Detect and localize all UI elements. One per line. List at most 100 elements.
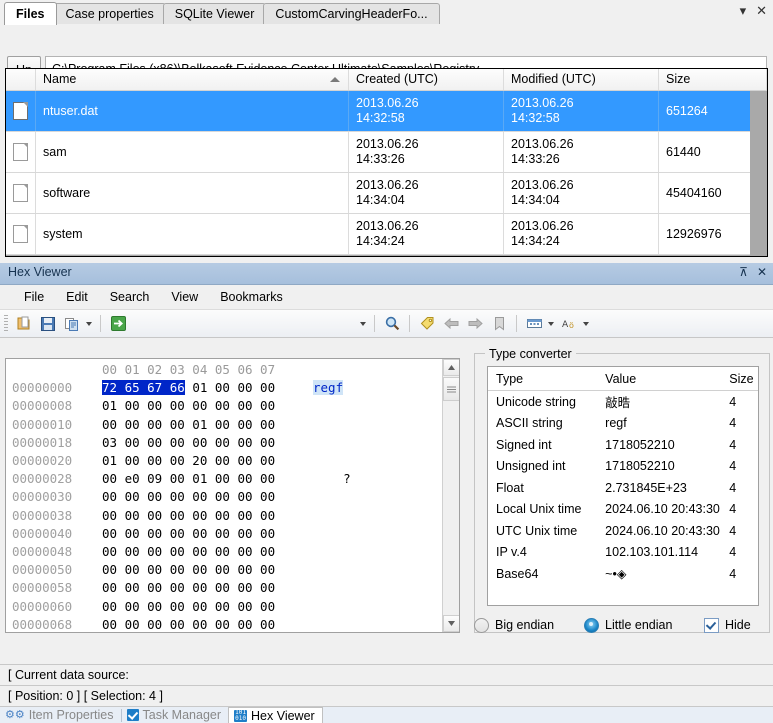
column-header-created[interactable]: Created (UTC) xyxy=(349,69,504,90)
hex-bytes-group: 00 00 00 00 00 00 00 00 xyxy=(102,579,307,597)
save-icon[interactable] xyxy=(37,313,59,334)
modified-date: 2013.06.26 xyxy=(511,178,574,193)
main-tab-case-properties[interactable]: Case properties xyxy=(54,3,166,25)
tc-type: IP v.4 xyxy=(488,545,597,559)
file-icon xyxy=(6,214,36,254)
pin-icon[interactable]: ⊼ xyxy=(739,265,748,279)
bottom-tab-item-properties[interactable]: ⚙⚙Item Properties xyxy=(0,707,121,723)
hex-dump-area[interactable]: 00 01 02 03 04 05 06 070000000072 65 67 … xyxy=(5,358,460,633)
hex-line[interactable]: 0000004000 00 00 00 00 00 00 00 xyxy=(6,525,459,543)
scroll-down-arrow-icon[interactable] xyxy=(443,615,460,632)
tc-size: 4 xyxy=(721,459,758,473)
type-converter-row[interactable]: Base64~•◈4 xyxy=(488,563,758,585)
created-time: 14:32:58 xyxy=(356,111,419,126)
type-converter-row[interactable]: Unicode string敲晧4 xyxy=(488,391,758,413)
hex-line[interactable]: 0000006800 00 00 00 00 00 00 00 xyxy=(6,616,459,633)
menu-item-bookmarks[interactable]: Bookmarks xyxy=(220,290,283,304)
bottom-tab-task-manager[interactable]: Task Manager xyxy=(122,707,229,723)
hex-vertical-scrollbar[interactable] xyxy=(442,359,459,632)
hex-line[interactable]: 0000006000 00 00 00 00 00 00 00 xyxy=(6,598,459,616)
tc-size: 4 xyxy=(721,502,758,516)
hide-checkbox[interactable] xyxy=(704,618,719,633)
menu-item-file[interactable]: File xyxy=(24,290,44,304)
table-row[interactable]: ntuser.dat2013.06.2614:32:582013.06.2614… xyxy=(6,91,767,132)
table-row[interactable]: system2013.06.2614:34:242013.06.2614:34:… xyxy=(6,214,767,255)
bookmark-add-icon[interactable] xyxy=(416,313,438,334)
copy-dropdown-icon[interactable] xyxy=(86,322,92,326)
close-icon[interactable]: ✕ xyxy=(756,2,767,20)
type-converter-row[interactable]: IP v.4102.103.101.1144 xyxy=(488,542,758,564)
menu-item-search[interactable]: Search xyxy=(110,290,150,304)
little-endian-option[interactable]: Little endian xyxy=(584,618,704,633)
view-mode-dropdown-icon[interactable] xyxy=(548,322,554,326)
type-converter-row[interactable]: Unsigned int17180522104 xyxy=(488,456,758,478)
type-converter-row[interactable]: Local Unix time2024.06.10 20:43:304 xyxy=(488,499,758,521)
scrollbar-thumb[interactable] xyxy=(443,377,460,401)
hex-line[interactable]: 0000001000 00 00 00 01 00 00 00 xyxy=(6,416,459,434)
big-endian-radio[interactable] xyxy=(474,618,489,633)
type-converter-row[interactable]: UTC Unix time2024.06.10 20:43:304 xyxy=(488,520,758,542)
file-list-scroll-area[interactable] xyxy=(750,91,767,256)
encoding-icon[interactable]: Aö xyxy=(558,313,580,334)
bookmark-icon xyxy=(488,313,510,334)
tc-size: 4 xyxy=(721,567,758,581)
cell-created: 2013.06.2614:34:24 xyxy=(349,214,504,254)
hex-bytes-group: 00 00 00 00 00 00 00 00 xyxy=(102,525,307,543)
tc-value: 敲晧 xyxy=(597,392,721,411)
type-converter-row[interactable]: Float2.731845E+234 xyxy=(488,477,758,499)
hex-line[interactable]: 0000005000 00 00 00 00 00 00 00 xyxy=(6,561,459,579)
hex-line[interactable]: 0000001803 00 00 00 00 00 00 00 xyxy=(6,434,459,452)
close-icon[interactable]: ✕ xyxy=(757,265,767,279)
new-icon[interactable] xyxy=(13,313,35,334)
main-tab-sqlite-viewer[interactable]: SQLite Viewer xyxy=(163,3,267,25)
column-header-modified[interactable]: Modified (UTC) xyxy=(504,69,659,90)
modified-date: 2013.06.26 xyxy=(511,96,574,111)
tc-type: Unicode string xyxy=(488,395,597,409)
cell-modified: 2013.06.2614:34:24 xyxy=(504,214,659,254)
hex-bytes-group: 00 00 00 00 00 00 00 00 xyxy=(102,598,307,616)
chevron-down-icon[interactable]: ▾ xyxy=(740,2,747,20)
little-endian-radio[interactable] xyxy=(584,618,599,633)
copy-icon[interactable] xyxy=(61,313,83,334)
column-header-size[interactable]: Size xyxy=(659,69,767,90)
view-mode-icon[interactable] xyxy=(523,313,545,334)
hex-bytes-group: 72 65 67 66 01 00 00 00 xyxy=(102,379,307,397)
hex-line[interactable]: 0000003800 00 00 00 00 00 00 00 xyxy=(6,507,459,525)
scroll-up-arrow-icon[interactable] xyxy=(443,359,460,376)
main-tab-customcarvingheaderfo[interactable]: CustomCarvingHeaderFo... xyxy=(263,3,439,25)
menu-item-edit[interactable]: Edit xyxy=(66,290,88,304)
hex-ascii-selected: regf xyxy=(313,380,343,395)
hex-line[interactable]: 0000000801 00 00 00 00 00 00 00 xyxy=(6,397,459,415)
find-icon[interactable] xyxy=(381,313,403,334)
hex-bytes: 01 00 00 00 20 00 00 00 xyxy=(102,453,275,468)
main-tab-strip: FilesCase propertiesSQLite ViewerCustomC… xyxy=(0,0,773,25)
address-combo-dropdown-icon[interactable] xyxy=(360,322,366,326)
type-converter-panel: Type converter Type Value Size Unicode s… xyxy=(470,345,770,633)
hex-bytes-group: 01 00 00 00 00 00 00 00 xyxy=(102,397,307,415)
toolbar-address-combo[interactable] xyxy=(135,314,357,333)
toolbar-separator-4 xyxy=(516,315,517,332)
tc-value: 102.103.101.114 xyxy=(597,545,721,559)
hex-line[interactable]: 0000002001 00 00 00 20 00 00 00 xyxy=(6,452,459,470)
table-row[interactable]: software2013.06.2614:34:042013.06.2614:3… xyxy=(6,173,767,214)
hex-line[interactable]: 0000000072 65 67 66 01 00 00 00regf xyxy=(6,379,459,397)
big-endian-option[interactable]: Big endian xyxy=(474,618,584,633)
hex-line[interactable]: 0000003000 00 00 00 00 00 00 00 xyxy=(6,488,459,506)
hex-ascii: ? xyxy=(313,471,351,486)
hex-line[interactable]: 0000002800 e0 09 00 01 00 00 00 ? xyxy=(6,470,459,488)
hex-line[interactable]: 0000005800 00 00 00 00 00 00 00 xyxy=(6,579,459,597)
main-tab-files[interactable]: Files xyxy=(4,2,57,25)
hex-ascii-group xyxy=(307,616,313,633)
encoding-dropdown-icon[interactable] xyxy=(583,322,589,326)
hex-line[interactable]: 0000004800 00 00 00 00 00 00 00 xyxy=(6,543,459,561)
menu-item-view[interactable]: View xyxy=(171,290,198,304)
toolbar-grip[interactable] xyxy=(4,315,8,332)
column-header-name[interactable]: Name xyxy=(36,69,349,90)
hide-option[interactable]: Hide xyxy=(704,618,751,633)
bottom-tab-hex-viewer[interactable]: 101010Hex Viewer xyxy=(228,707,323,723)
type-converter-row[interactable]: Signed int17180522104 xyxy=(488,434,758,456)
type-converter-row[interactable]: ASCII stringregf4 xyxy=(488,413,758,435)
goto-icon[interactable] xyxy=(107,313,129,334)
table-row[interactable]: sam2013.06.2614:33:262013.06.2614:33:266… xyxy=(6,132,767,173)
tc-size: 4 xyxy=(721,438,758,452)
